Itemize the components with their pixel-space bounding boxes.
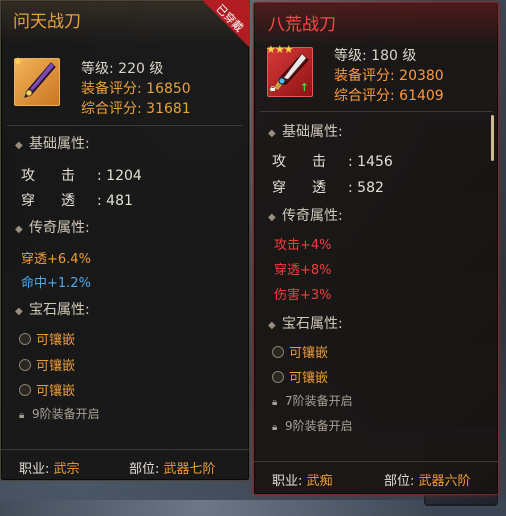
gem-socket: 可镶嵌 xyxy=(272,367,328,386)
lock-icon: 🔒︎ xyxy=(19,410,25,421)
diamond-icon: ◆ xyxy=(15,306,23,317)
upgrade-arrow-icon: ↑ xyxy=(299,81,309,94)
legendary-attributes-heading: ◆ 传奇属性: xyxy=(15,220,90,236)
tooltip-footer: 职业: 武宗 部位: 武器七阶 xyxy=(1,449,249,482)
item-level: 等级: 220 级 xyxy=(81,61,164,77)
lock-icon: 🔒︎ xyxy=(272,397,278,408)
diamond-icon: ◆ xyxy=(15,224,23,235)
legendary-stat: 伤害+3% xyxy=(274,288,332,303)
lock-icon: 🔒︎ xyxy=(272,422,278,433)
equipped-item-tooltip: 问天战刀 已穿戴 ★ 等级: 220 级 装备评分: 16850 综合评分: 3… xyxy=(0,0,250,481)
item-name: 八荒战刀 xyxy=(268,15,336,35)
empty-socket-icon xyxy=(19,384,31,396)
diamond-icon: ◆ xyxy=(268,128,276,139)
job-info: 职业: 武痴 xyxy=(272,474,333,489)
legendary-stat: 命中+1.2% xyxy=(21,276,91,291)
locked-socket: 🔒︎ 9阶装备开启 xyxy=(19,407,100,421)
total-score: 综合评分: 31681 xyxy=(81,101,191,117)
diamond-icon: ◆ xyxy=(268,212,276,223)
locked-socket: 🔒︎ 9阶装备开启 xyxy=(272,419,353,433)
legendary-stat: 穿透+6.4% xyxy=(21,252,91,267)
equipped-badge: 已穿戴 xyxy=(202,0,250,48)
total-score: 综合评分: 61409 xyxy=(334,88,444,104)
locked-socket: 🔒︎ 7阶装备开启 xyxy=(272,394,353,408)
job-info: 职业: 武宗 xyxy=(19,462,80,477)
item-level: 等级: 180 级 xyxy=(334,48,417,64)
star-rating: ★ xyxy=(13,55,23,68)
slot-info: 部位: 武器七阶 xyxy=(129,462,216,477)
diamond-icon: ◆ xyxy=(15,140,23,151)
stat-attack: 攻击: 1204 xyxy=(21,168,142,184)
empty-socket-icon xyxy=(19,333,31,345)
legendary-stat: 攻击+4% xyxy=(274,238,332,253)
scrollbar-thumb[interactable] xyxy=(491,115,494,161)
empty-socket-icon xyxy=(272,346,284,358)
item-name: 问天战刀 xyxy=(13,12,81,32)
gem-socket: 可镶嵌 xyxy=(19,355,75,374)
equip-score: 装备评分: 20380 xyxy=(334,68,444,84)
gem-socket: 可镶嵌 xyxy=(19,329,75,348)
gem-attributes-heading: ◆ 宝石属性: xyxy=(15,302,90,318)
stat-penetration: 穿透: 481 xyxy=(21,193,133,209)
lock-icon: 🔒︎ xyxy=(270,83,276,94)
slot-info: 部位: 武器六阶 xyxy=(384,474,471,489)
base-attributes-heading: ◆ 基础属性: xyxy=(15,136,90,152)
tooltip-footer: 职业: 武痴 部位: 武器六阶 xyxy=(254,461,498,494)
legendary-stat: 穿透+8% xyxy=(274,263,332,278)
equip-score: 装备评分: 16850 xyxy=(81,81,191,97)
empty-socket-icon xyxy=(272,371,284,383)
base-attributes-heading: ◆ 基础属性: xyxy=(268,124,343,140)
diamond-icon: ◆ xyxy=(268,320,276,331)
gem-attributes-heading: ◆ 宝石属性: xyxy=(268,316,343,332)
gem-socket: 可镶嵌 xyxy=(19,380,75,399)
gem-socket: 可镶嵌 xyxy=(272,342,328,361)
star-rating: ★★★ xyxy=(266,43,294,56)
stat-penetration: 穿透: 582 xyxy=(272,180,384,196)
legendary-attributes-heading: ◆ 传奇属性: xyxy=(268,208,343,224)
empty-socket-icon xyxy=(19,359,31,371)
stat-attack: 攻击: 1456 xyxy=(272,154,393,170)
compared-item-tooltip: 八荒战刀 🔒︎ ↑ ★★★ 等级: 180 级 装备评分: 20380 综合评分… xyxy=(253,2,499,495)
